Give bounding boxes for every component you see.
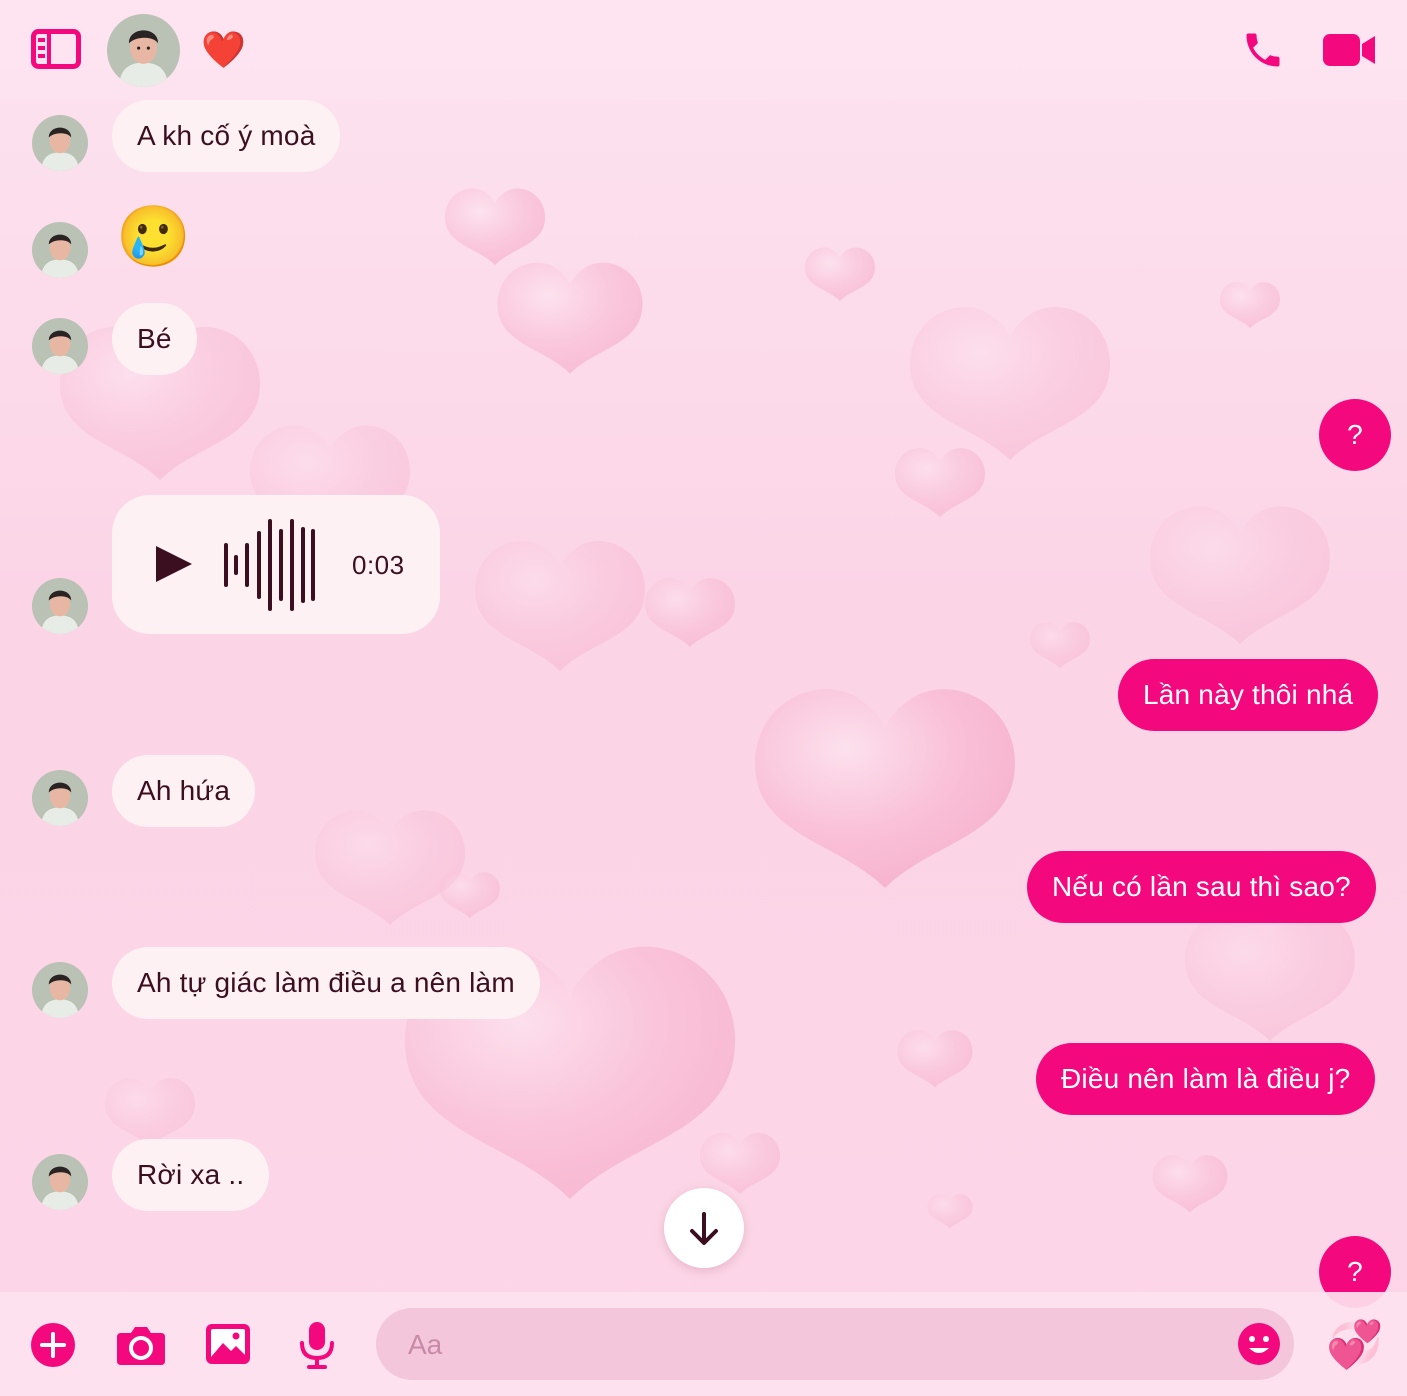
chat-header: ❤️ xyxy=(0,0,1407,100)
sidebar-toggle-icon[interactable] xyxy=(31,29,81,69)
send-hearts-emoji-button[interactable]: 💞 xyxy=(1326,1316,1383,1372)
sender-avatar[interactable] xyxy=(32,962,88,1018)
message-bubble[interactable]: Ah hứa xyxy=(112,755,256,827)
message-bubble-outgoing[interactable]: Nếu có lần sau thì sao? xyxy=(1027,851,1376,923)
video-camera-icon[interactable] xyxy=(1322,31,1376,69)
contact-avatar[interactable] xyxy=(107,14,180,87)
sender-avatar[interactable] xyxy=(32,1154,88,1210)
message-bubble[interactable]: Rời xa .. xyxy=(112,1139,270,1211)
heart-reaction-emoji: ❤️ xyxy=(201,29,246,70)
message-input-container xyxy=(376,1308,1294,1382)
image-icon[interactable] xyxy=(205,1323,251,1365)
emoji-message[interactable]: 🥲 xyxy=(116,200,191,274)
scroll-to-bottom-button[interactable] xyxy=(664,1188,744,1268)
message-input[interactable] xyxy=(406,1308,1230,1382)
sender-avatar[interactable] xyxy=(32,115,88,171)
message-bubble-outgoing[interactable]: ? xyxy=(1319,399,1391,471)
message-bubble[interactable]: Bé xyxy=(112,303,197,375)
sender-avatar[interactable] xyxy=(32,770,88,826)
composer-bar: 💞 xyxy=(0,1292,1407,1396)
play-icon[interactable] xyxy=(154,544,194,584)
voice-message: 0:03 xyxy=(112,495,440,634)
message-bubble-outgoing[interactable]: Lần này thôi nhá xyxy=(1118,659,1379,731)
arrow-down-icon xyxy=(690,1212,718,1245)
microphone-icon[interactable] xyxy=(298,1321,336,1369)
phone-icon[interactable] xyxy=(1241,28,1285,72)
message-bubble[interactable]: Ah tự giác làm điều a nên làm xyxy=(112,947,540,1019)
camera-icon[interactable] xyxy=(116,1324,166,1366)
plus-circle-icon[interactable] xyxy=(30,1322,76,1368)
sender-avatar[interactable] xyxy=(32,318,88,374)
sender-avatar[interactable] xyxy=(32,578,88,634)
audio-waveform[interactable] xyxy=(222,517,318,613)
message-bubble-outgoing[interactable]: Điều nên làm là điều j? xyxy=(1036,1043,1376,1115)
smiley-icon[interactable] xyxy=(1237,1322,1281,1366)
message-bubble[interactable]: A kh cố ý moà xyxy=(112,100,341,172)
sender-avatar[interactable] xyxy=(32,222,88,278)
voice-duration: 0:03 xyxy=(352,550,405,580)
